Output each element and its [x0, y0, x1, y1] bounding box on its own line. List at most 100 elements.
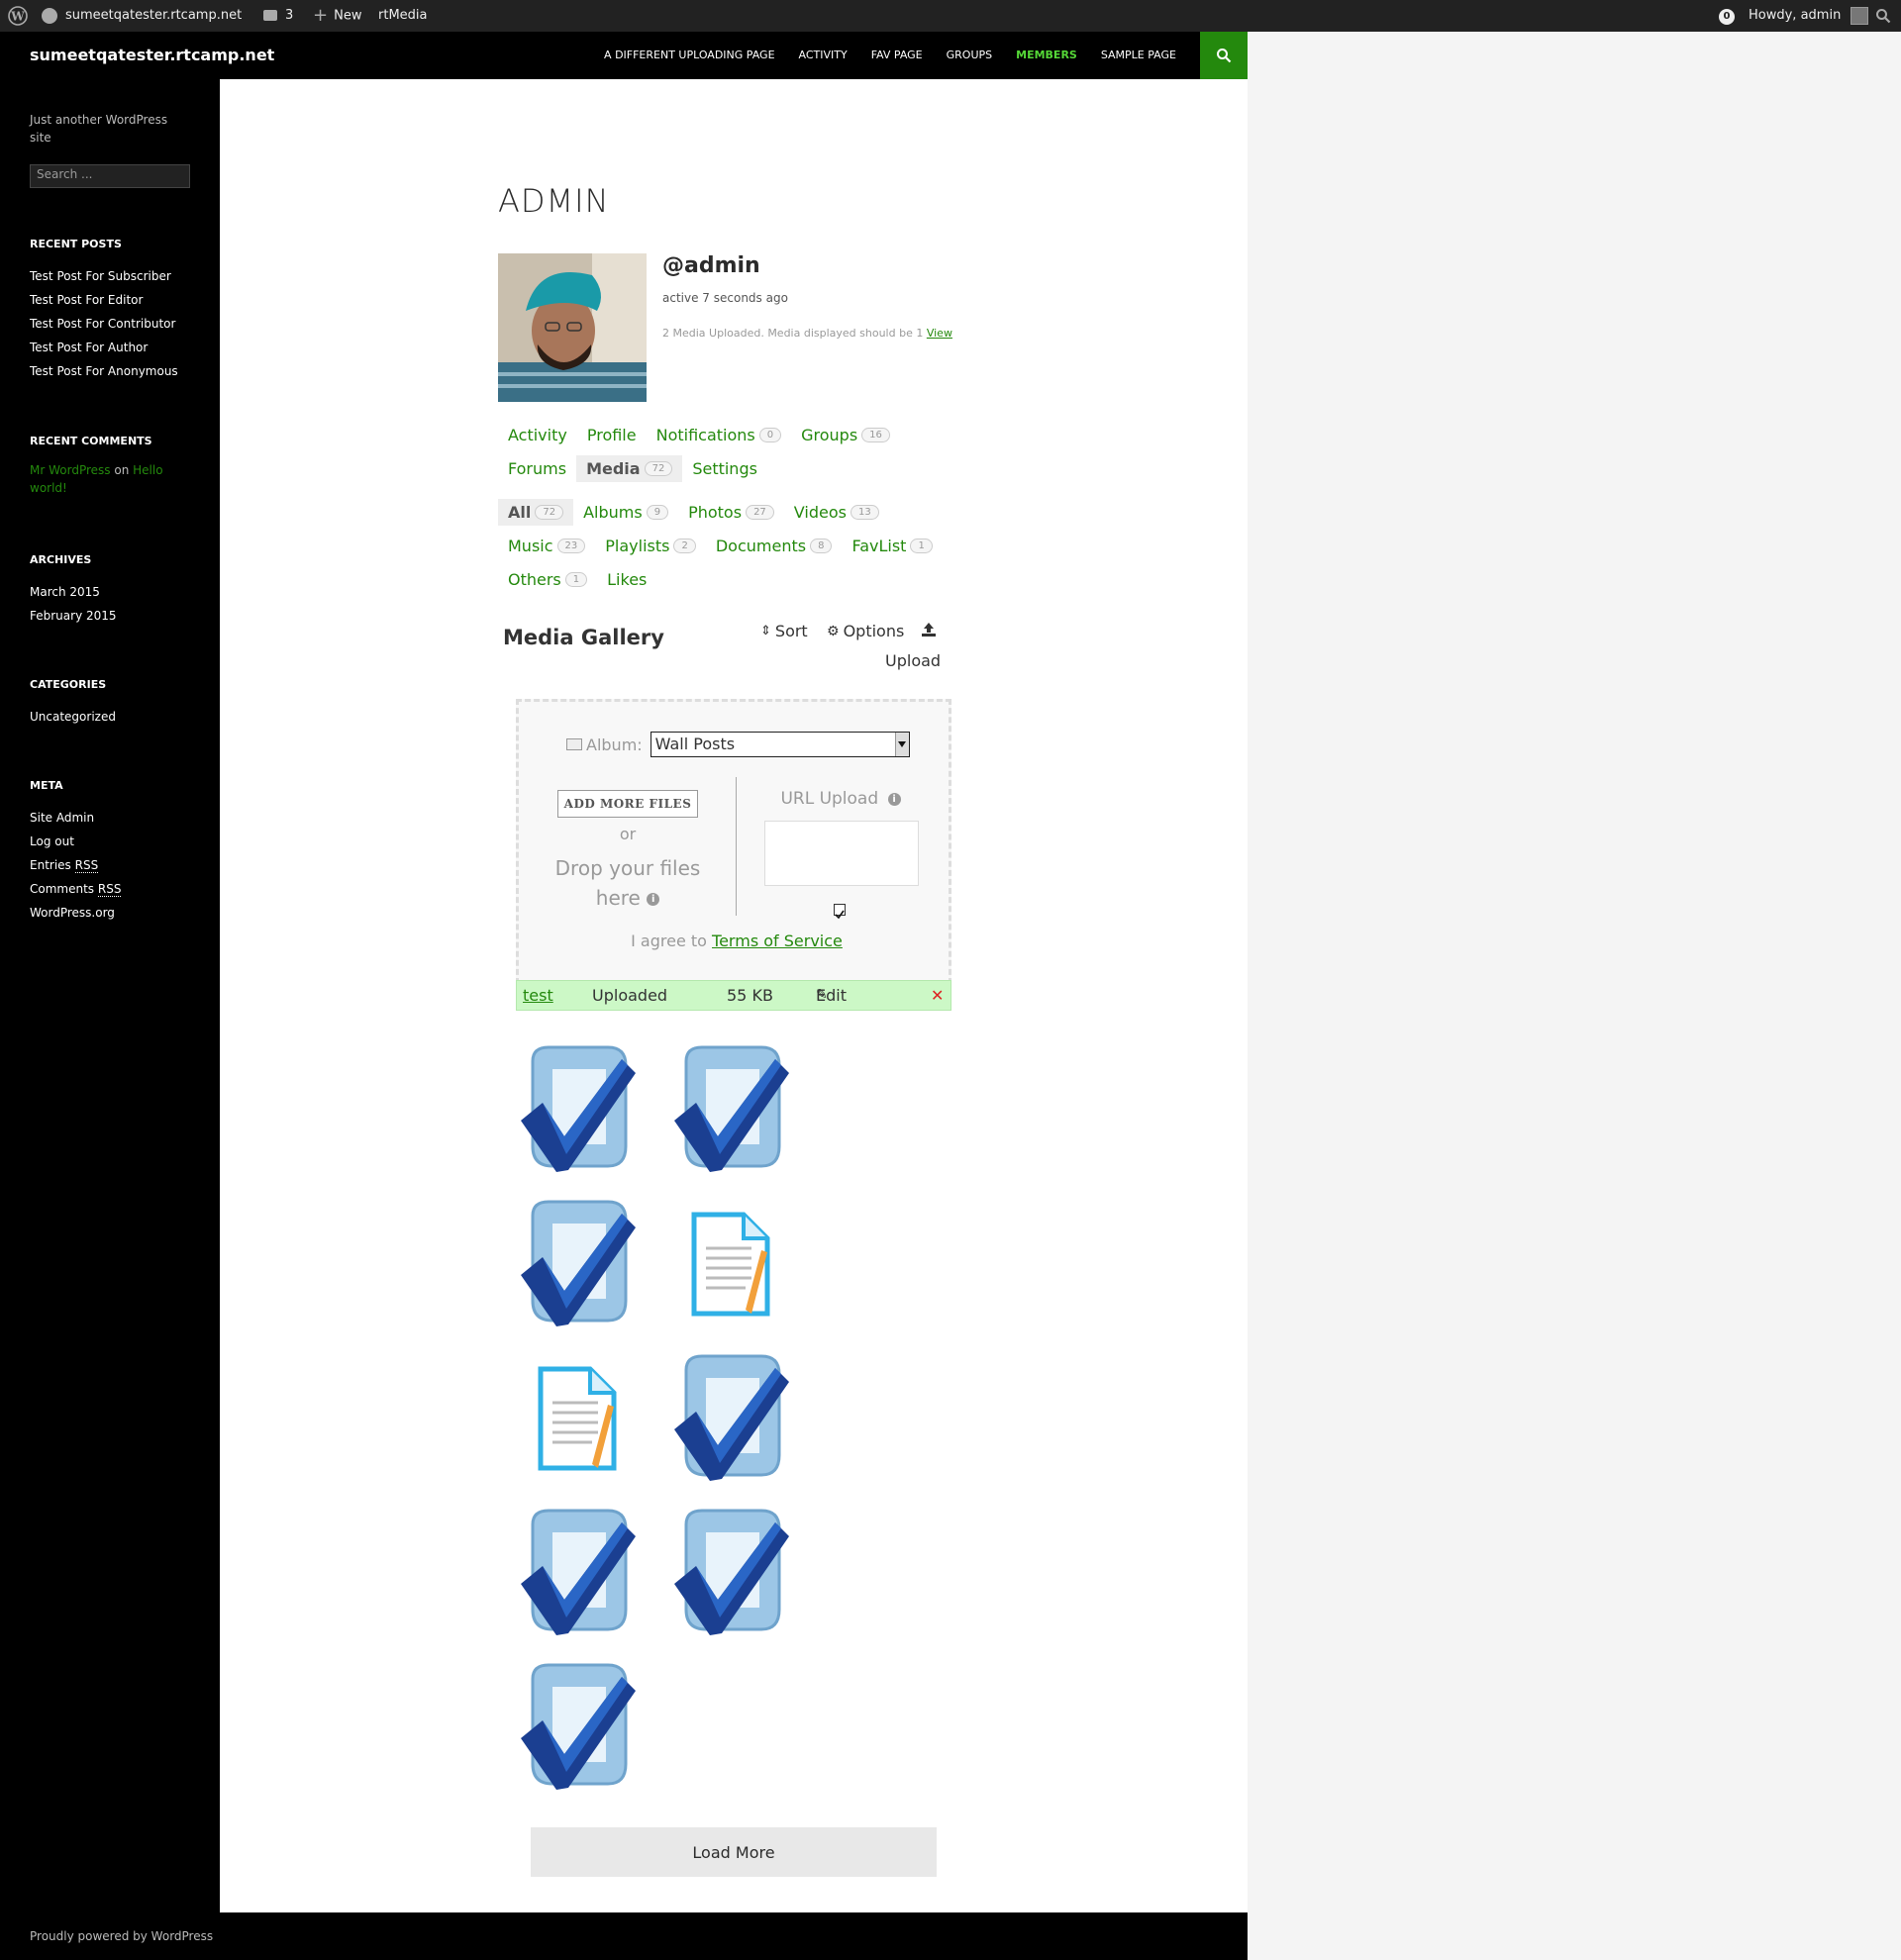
- archive-link[interactable]: March 2015: [30, 585, 100, 599]
- subtab-likes[interactable]: Likes: [597, 566, 656, 593]
- subtab-photos[interactable]: Photos 27: [678, 499, 784, 526]
- search-icon: [1217, 49, 1232, 63]
- file-size: 55 KB: [727, 986, 773, 1005]
- info-icon[interactable]: i: [887, 792, 901, 806]
- media-thumb-check[interactable]: [508, 1659, 647, 1798]
- sort-button[interactable]: ⇕ Sort: [760, 622, 808, 640]
- admin-bar-new[interactable]: + New: [313, 0, 361, 32]
- widget-meta: META Site Admin Log out Entries RSS Comm…: [30, 779, 198, 925]
- nav-members[interactable]: MEMBERS: [1004, 32, 1089, 79]
- meta-logout-link[interactable]: Log out: [30, 834, 74, 848]
- rss-abbr: RSS: [74, 858, 99, 873]
- nav-fav-page[interactable]: FAV PAGE: [859, 32, 935, 79]
- recent-post-link[interactable]: Test Post For Anonymous: [30, 364, 178, 378]
- recent-post-link[interactable]: Test Post For Editor: [30, 293, 143, 307]
- subtab-documents[interactable]: Documents 8: [706, 533, 843, 559]
- nav-different-uploading[interactable]: A DIFFERENT UPLOADING PAGE: [592, 32, 787, 79]
- subtab-videos[interactable]: Videos 13: [784, 499, 889, 526]
- widget-title: CATEGORIES: [30, 678, 107, 691]
- media-thumb-check[interactable]: [661, 1041, 800, 1180]
- profile-avatar[interactable]: [498, 253, 647, 402]
- add-more-files-button[interactable]: ADD MORE FILES: [557, 790, 698, 818]
- archive-link[interactable]: February 2015: [30, 609, 117, 623]
- view-link[interactable]: View: [927, 327, 952, 340]
- count-badge: 27: [746, 505, 774, 520]
- nav-activity[interactable]: ACTIVITY: [787, 32, 859, 79]
- search-icon[interactable]: [1875, 0, 1891, 32]
- meta-wordpress-org-link[interactable]: WordPress.org: [30, 906, 115, 920]
- subtab-label: Playlists: [605, 537, 670, 555]
- nav-groups[interactable]: GROUPS: [935, 32, 1005, 79]
- tab-profile[interactable]: Profile: [577, 422, 647, 448]
- tab-settings[interactable]: Settings: [682, 455, 767, 482]
- subtab-label: FavList: [851, 537, 907, 555]
- wordpress-logo-icon[interactable]: W: [8, 0, 28, 32]
- uploaded-file-name[interactable]: test: [523, 981, 553, 1010]
- media-thumb-check[interactable]: [508, 1505, 647, 1643]
- tab-notifications[interactable]: Notifications 0: [647, 422, 792, 448]
- count-badge: 72: [535, 505, 564, 520]
- media-thumb-check[interactable]: [508, 1196, 647, 1334]
- admin-bar-rtmedia[interactable]: rtMedia: [378, 0, 428, 32]
- subtab-playlists[interactable]: Playlists 2: [595, 533, 706, 559]
- media-thumb-document[interactable]: [508, 1350, 647, 1489]
- tab-groups[interactable]: Groups 16: [791, 422, 900, 448]
- media-subtabs-row-3: Others 1 Likes: [498, 566, 656, 593]
- subtab-label: Others: [508, 570, 561, 589]
- nav-sample-page[interactable]: SAMPLE PAGE: [1089, 32, 1188, 79]
- album-select[interactable]: Wall Posts: [650, 732, 910, 757]
- category-link[interactable]: Uncategorized: [30, 710, 116, 724]
- notification-badge[interactable]: 0: [1719, 0, 1735, 32]
- tab-label: Profile: [586, 426, 637, 444]
- howdy-account[interactable]: Howdy, admin: [1749, 0, 1869, 32]
- entries-label: Entries: [30, 858, 71, 872]
- subtab-label: Videos: [793, 503, 847, 522]
- subtab-albums[interactable]: Albums 9: [573, 499, 678, 526]
- meta-entries-rss-link[interactable]: Entries RSS: [30, 858, 99, 873]
- sidebar-search-input[interactable]: Search ...: [30, 164, 190, 188]
- count-badge: 72: [644, 461, 673, 476]
- load-more-button[interactable]: Load More: [531, 1827, 937, 1877]
- drop-zone[interactable]: Drop your files here i: [539, 853, 717, 913]
- profile-tabs-row-2: Forums Media 72 Settings: [498, 455, 767, 482]
- site-footer: Proudly powered by WordPress: [0, 1912, 1248, 1960]
- meta-site-admin-link[interactable]: Site Admin: [30, 811, 94, 825]
- admin-bar-site[interactable]: sumeetqatester.rtcamp.net: [42, 0, 242, 32]
- album-row: Album: Wall Posts: [566, 732, 910, 757]
- admin-bar-comments[interactable]: 3: [263, 0, 293, 32]
- recent-post-link[interactable]: Test Post For Author: [30, 341, 148, 354]
- subtab-label: Likes: [607, 570, 648, 589]
- footer-credit-link[interactable]: Proudly powered by WordPress: [30, 1912, 213, 1960]
- subtab-music[interactable]: Music 23: [498, 533, 595, 559]
- user-avatar-small: [1851, 6, 1869, 25]
- remove-file-icon[interactable]: ✕: [931, 981, 944, 1010]
- url-upload-input[interactable]: [764, 821, 919, 886]
- meta-comments-rss-link[interactable]: Comments RSS: [30, 882, 122, 897]
- media-thumb-check[interactable]: [661, 1505, 800, 1643]
- site-tagline: Just another WordPress site: [30, 113, 168, 145]
- count-badge: 2: [673, 539, 696, 553]
- upload-button[interactable]: Upload: [885, 651, 941, 670]
- info-icon[interactable]: i: [647, 893, 660, 906]
- recent-post-link[interactable]: Test Post For Subscriber: [30, 269, 171, 283]
- terms-of-service-link[interactable]: Terms of Service: [712, 931, 843, 950]
- upload-icon[interactable]: [921, 622, 937, 637]
- media-thumb-check[interactable]: [508, 1041, 647, 1180]
- media-thumb-check[interactable]: [661, 1350, 800, 1489]
- terms-agreement: I agree to Terms of Service: [519, 931, 954, 950]
- subtab-favlist[interactable]: FavList 1: [842, 533, 942, 559]
- comment-author-link[interactable]: Mr WordPress: [30, 463, 111, 477]
- terms-checkbox[interactable]: [834, 904, 846, 920]
- subtab-label: Documents: [715, 537, 807, 555]
- header-search-toggle[interactable]: [1200, 32, 1248, 79]
- media-thumb-document[interactable]: [661, 1196, 800, 1334]
- site-title[interactable]: sumeetqatester.rtcamp.net: [30, 32, 274, 79]
- tab-activity[interactable]: Activity: [498, 422, 577, 448]
- subtab-others[interactable]: Others 1: [498, 566, 597, 593]
- subtab-all[interactable]: All 72: [498, 499, 574, 526]
- count-badge: 0: [758, 428, 782, 442]
- tab-media[interactable]: Media 72: [576, 455, 683, 482]
- recent-post-link[interactable]: Test Post For Contributor: [30, 317, 175, 331]
- options-button[interactable]: ⚙ Options: [827, 622, 904, 640]
- tab-forums[interactable]: Forums: [498, 455, 576, 482]
